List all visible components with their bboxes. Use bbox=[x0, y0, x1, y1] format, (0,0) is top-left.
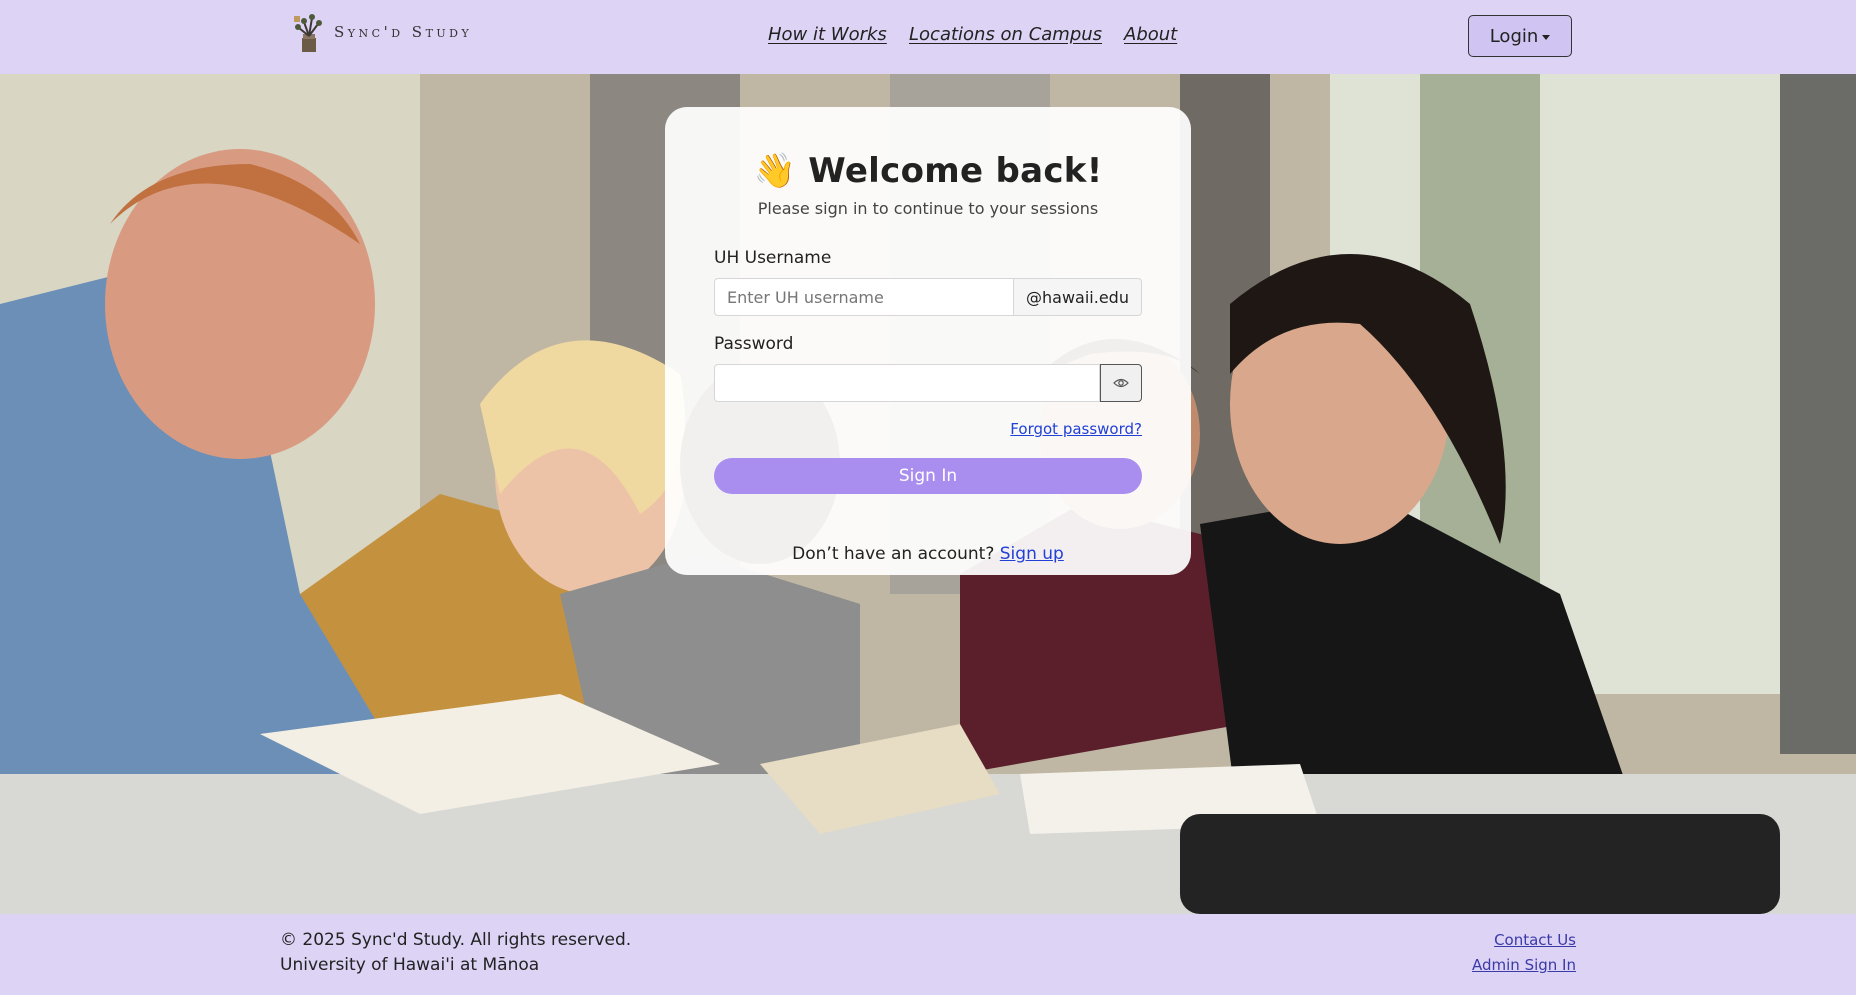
nav-links: How it Works Locations on Campus About bbox=[0, 24, 1856, 48]
forgot-password-link[interactable]: Forgot password? bbox=[1010, 420, 1142, 438]
signup-row: Don’t have an account? Sign up bbox=[665, 544, 1191, 564]
footer: © 2025 Sync'd Study. All rights reserved… bbox=[0, 914, 1856, 995]
nav-about[interactable]: About bbox=[1124, 24, 1177, 45]
caret-down-icon bbox=[1542, 34, 1551, 40]
password-label: Password bbox=[714, 334, 794, 354]
toggle-password-visibility-button[interactable] bbox=[1100, 364, 1142, 402]
login-label: Login bbox=[1489, 25, 1539, 47]
nav-locations[interactable]: Locations on Campus bbox=[909, 24, 1102, 45]
username-input-group: @hawaii.edu bbox=[714, 278, 1142, 316]
footer-links: Contact Us Admin Sign In bbox=[1472, 928, 1576, 978]
sign-up-link[interactable]: Sign up bbox=[1000, 544, 1064, 564]
username-input[interactable] bbox=[714, 278, 1014, 316]
footer-info: © 2025 Sync'd Study. All rights reserved… bbox=[280, 928, 631, 978]
login-dropdown-button[interactable]: Login bbox=[1468, 15, 1572, 57]
wave-emoji: 👋 bbox=[753, 151, 797, 191]
sign-in-button[interactable]: Sign In bbox=[714, 458, 1142, 494]
contact-us-link[interactable]: Contact Us bbox=[1472, 928, 1576, 953]
username-domain-suffix: @hawaii.edu bbox=[1014, 278, 1142, 316]
welcome-subtitle: Please sign in to continue to your sessi… bbox=[757, 199, 1099, 218]
nav-how-it-works[interactable]: How it Works bbox=[768, 24, 887, 45]
university-text: University of Hawai'i at Mānoa bbox=[280, 955, 540, 975]
eye-icon bbox=[1113, 378, 1129, 388]
welcome-title: Welcome back! bbox=[808, 151, 1103, 191]
navbar: Sync'd Study How it Works Locations on C… bbox=[0, 0, 1856, 74]
password-input-group bbox=[714, 364, 1142, 402]
admin-sign-in-link[interactable]: Admin Sign In bbox=[1472, 953, 1576, 978]
signup-prompt: Don’t have an account? bbox=[792, 544, 995, 564]
login-card: 👋 Welcome back! Please sign in to contin… bbox=[665, 107, 1191, 575]
username-label: UH Username bbox=[714, 248, 832, 268]
password-input[interactable] bbox=[714, 364, 1100, 402]
welcome-heading: 👋 Welcome back! bbox=[665, 151, 1191, 191]
copyright-text: © 2025 Sync'd Study. All rights reserved… bbox=[280, 930, 632, 950]
